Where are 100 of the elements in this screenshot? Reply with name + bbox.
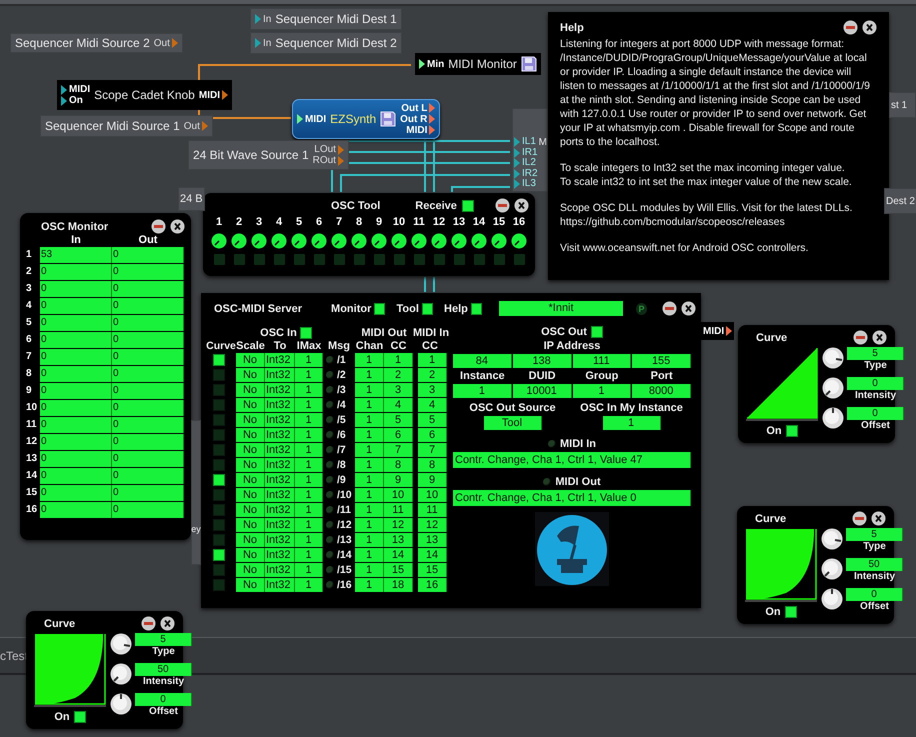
knob[interactable] (471, 233, 487, 249)
curve-toggle[interactable] (213, 444, 225, 456)
close-icon[interactable] (160, 616, 175, 631)
value-field[interactable]: 10001 (512, 384, 572, 398)
channel-cell[interactable]: 1 (355, 458, 384, 472)
cc-cell[interactable]: 7 (384, 442, 413, 456)
module-block[interactable]: Sequencer Midi Source 1 Out (40, 115, 213, 137)
module-block[interactable]: MIDI (701, 322, 734, 340)
curve-toggle[interactable] (213, 564, 225, 576)
channel-cell[interactable]: 1 (355, 382, 384, 396)
channel-cell[interactable]: 1 (355, 412, 384, 426)
scale-cell[interactable]: No (236, 382, 265, 396)
module-block[interactable]: IL1 IR1 IL2 IR2 IL3 M (512, 108, 548, 192)
knob[interactable] (211, 233, 227, 249)
cc-cell[interactable]: 10 (384, 488, 413, 502)
cc-cell[interactable]: 14 (418, 548, 447, 562)
value-field[interactable]: 0 (846, 588, 903, 601)
module-block[interactable]: In Sequencer Midi Dest 2 (250, 32, 402, 54)
cc-cell[interactable]: 14 (384, 548, 413, 562)
type-cell[interactable]: Int32 (265, 548, 295, 562)
ip-octet-field[interactable]: 155 (632, 354, 691, 368)
scale-cell[interactable]: No (236, 412, 265, 426)
imax-cell[interactable]: 1 (295, 502, 323, 516)
curve-toggle[interactable] (213, 578, 225, 590)
imax-cell[interactable]: 1 (295, 578, 323, 592)
cc-cell[interactable]: 2 (418, 368, 447, 382)
cc-cell[interactable]: 5 (384, 412, 413, 426)
type-cell[interactable]: Int32 (265, 412, 295, 426)
scale-cell[interactable]: No (236, 352, 265, 366)
type-cell[interactable]: Int32 (265, 442, 295, 456)
knob[interactable] (821, 588, 843, 610)
imax-cell[interactable]: 1 (295, 548, 323, 562)
cc-cell[interactable]: 13 (418, 532, 447, 546)
module-block[interactable]: MIDI EZSynth Out L Out R MIDI (292, 99, 440, 139)
curve-toggle[interactable] (213, 368, 225, 380)
curve-toggle[interactable] (213, 384, 225, 396)
curve-toggle[interactable] (213, 414, 225, 426)
knob[interactable] (411, 233, 427, 249)
cc-cell[interactable]: 3 (418, 382, 447, 396)
curve-toggle[interactable] (213, 428, 225, 440)
imax-cell[interactable]: 1 (295, 442, 323, 456)
knob[interactable] (451, 233, 467, 249)
type-cell[interactable]: Int32 (265, 578, 295, 592)
imax-cell[interactable]: 1 (295, 458, 323, 472)
curve-toggle[interactable] (213, 458, 225, 470)
curve-toggle[interactable] (213, 398, 225, 410)
scale-cell[interactable]: No (236, 472, 265, 486)
input-port-icon[interactable] (514, 137, 520, 148)
module-block[interactable]: st 1 (889, 92, 916, 118)
toggle[interactable] (590, 326, 603, 338)
type-cell[interactable]: Int32 (265, 352, 295, 366)
scale-cell[interactable]: No (236, 562, 265, 576)
knob[interactable] (291, 233, 307, 249)
minimize-icon[interactable] (151, 219, 166, 234)
cc-cell[interactable]: 9 (384, 472, 413, 486)
value-field[interactable]: 0 (847, 377, 904, 390)
type-cell[interactable]: Int32 (265, 472, 295, 486)
type-cell[interactable]: Int32 (265, 428, 295, 442)
input-port-icon[interactable] (297, 114, 303, 124)
imax-cell[interactable]: 1 (295, 412, 323, 426)
ip-octet-field[interactable]: 111 (572, 354, 632, 368)
value-field[interactable]: 1 (572, 384, 632, 398)
cc-cell[interactable]: 15 (384, 562, 413, 576)
cc-cell[interactable]: 3 (384, 382, 413, 396)
output-port-icon[interactable] (726, 326, 732, 336)
cc-cell[interactable]: 12 (418, 518, 447, 532)
value-field[interactable]: 50 (135, 663, 192, 676)
cc-cell[interactable]: 1 (384, 352, 413, 366)
curve-toggle[interactable] (213, 518, 225, 530)
channel-cell[interactable]: 1 (355, 502, 384, 516)
cc-cell[interactable]: 11 (384, 502, 413, 516)
scale-cell[interactable]: No (236, 458, 265, 472)
channel-cell[interactable]: 1 (355, 518, 384, 532)
knob[interactable] (110, 633, 132, 655)
knob[interactable] (351, 233, 367, 249)
imax-cell[interactable]: 1 (295, 368, 323, 382)
cc-cell[interactable]: 12 (384, 518, 413, 532)
close-icon[interactable] (872, 330, 887, 345)
toggle[interactable] (470, 302, 482, 314)
input-port-icon[interactable] (514, 179, 520, 190)
knob[interactable] (822, 377, 844, 399)
knob[interactable] (231, 233, 247, 249)
receive-toggle[interactable] (462, 200, 474, 212)
channel-cell[interactable]: 1 (355, 472, 384, 486)
value-field[interactable]: 8000 (632, 384, 691, 398)
knob[interactable] (110, 663, 132, 685)
scale-cell[interactable]: No (236, 578, 265, 592)
knob[interactable] (431, 233, 447, 249)
curve-toggle[interactable] (213, 534, 225, 546)
on-toggle[interactable] (784, 606, 797, 618)
channel-cell[interactable]: 1 (355, 368, 384, 382)
value-field[interactable]: 5 (847, 347, 904, 360)
knob[interactable] (311, 233, 327, 249)
cc-cell[interactable]: 13 (384, 532, 413, 546)
channel-cell[interactable]: 1 (355, 488, 384, 502)
cc-cell[interactable]: 7 (418, 442, 447, 456)
imax-cell[interactable]: 1 (295, 472, 323, 486)
cc-cell[interactable]: 5 (418, 412, 447, 426)
knob[interactable] (371, 233, 387, 249)
toggle[interactable] (422, 302, 434, 314)
